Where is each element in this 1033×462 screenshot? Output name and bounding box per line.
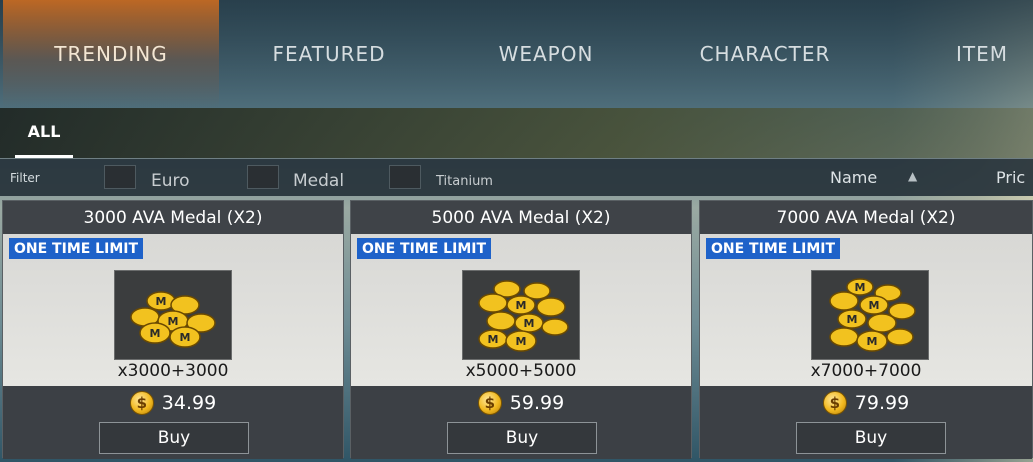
triangle-up-icon: ▲: [908, 169, 918, 183]
euro-label: Euro: [151, 171, 190, 191]
sort-name-header[interactable]: Name: [830, 168, 877, 187]
svg-text:M: M: [488, 333, 499, 346]
euro-checkbox[interactable]: [104, 165, 136, 189]
buy-button[interactable]: Buy: [796, 422, 946, 454]
price-row: $ 59.99: [351, 391, 691, 415]
product-title: 5000 AVA Medal (X2): [351, 201, 691, 234]
svg-text:M: M: [847, 313, 858, 326]
price-area: $ 79.99 Buy: [700, 386, 1032, 459]
tab-featured[interactable]: FEATURED: [240, 0, 418, 108]
top-nav: TRENDING FEATURED WEAPON CHARACTER ITEM: [0, 0, 1033, 108]
medal-checkbox[interactable]: [247, 165, 279, 189]
svg-text:M: M: [150, 327, 161, 340]
product-price: 59.99: [509, 392, 565, 414]
filter-label: Filter: [10, 171, 40, 185]
titanium-checkbox[interactable]: [389, 165, 421, 189]
product-body: ONE TIME LIMIT MMMM: [700, 234, 1032, 386]
medal-coins-icon: MMMM: [114, 270, 232, 360]
product-price: 34.99: [161, 392, 217, 414]
limit-badge: ONE TIME LIMIT: [706, 238, 841, 259]
product-body: ONE TIME LIMIT MMMM: [351, 234, 691, 386]
sub-nav: ALL: [0, 108, 1033, 158]
product-card[interactable]: 7000 AVA Medal (X2) ONE TIME LIMIT M M M…: [699, 200, 1033, 459]
limit-badge: ONE TIME LIMIT: [9, 238, 144, 259]
price-row: $ 79.99: [700, 391, 1032, 415]
medal-coins-icon: MMMM: [811, 270, 929, 360]
svg-text:M: M: [168, 315, 179, 328]
svg-text:M: M: [516, 299, 527, 312]
product-title: 3000 AVA Medal (X2): [3, 201, 343, 234]
dollar-coin-icon: $: [129, 391, 154, 415]
svg-text:M: M: [180, 331, 191, 344]
product-price: 79.99: [854, 392, 910, 414]
dollar-coin-icon: $: [477, 391, 502, 415]
buy-button[interactable]: Buy: [99, 422, 249, 454]
price-area: $ 34.99 Buy: [3, 386, 343, 459]
svg-text:M: M: [867, 335, 878, 348]
svg-text:M: M: [855, 281, 866, 294]
product-card[interactable]: 5000 AVA Medal (X2) ONE TIME LIMIT M M M…: [350, 200, 692, 459]
titanium-label: Titanium: [436, 174, 493, 189]
medal-label: Medal: [293, 171, 345, 191]
medal-coins-icon: MMMM: [462, 270, 580, 360]
tab-weapon[interactable]: WEAPON: [466, 0, 626, 108]
product-body: ONE TIME LIMIT MMMM x3000+3000: [3, 234, 343, 386]
dollar-coin-icon: $: [822, 391, 847, 415]
product-title: 7000 AVA Medal (X2): [700, 201, 1032, 234]
svg-text:M: M: [524, 317, 535, 330]
product-card[interactable]: 3000 AVA Medal (X2) ONE TIME LIMIT MMMM …: [2, 200, 344, 459]
svg-text:M: M: [156, 295, 167, 308]
product-quantity: x3000+3000: [117, 361, 229, 381]
sort-price-header[interactable]: Pric: [996, 168, 1025, 187]
price-row: $ 34.99: [3, 391, 343, 415]
svg-text:M: M: [869, 299, 880, 312]
tab-item[interactable]: ITEM: [935, 0, 1029, 108]
product-quantity: x5000+5000: [465, 361, 577, 381]
price-area: $ 59.99 Buy: [351, 386, 691, 459]
product-quantity: x7000+7000: [810, 361, 922, 381]
sub-tab-all[interactable]: ALL: [15, 108, 73, 158]
tab-character[interactable]: CHARACTER: [670, 0, 860, 108]
limit-badge: ONE TIME LIMIT: [357, 238, 492, 259]
buy-button[interactable]: Buy: [447, 422, 597, 454]
svg-text:M: M: [516, 335, 527, 348]
tab-trending[interactable]: TRENDING: [3, 0, 219, 108]
filter-bar: Filter Euro Medal Titanium Name ▲ Pric: [0, 158, 1033, 196]
